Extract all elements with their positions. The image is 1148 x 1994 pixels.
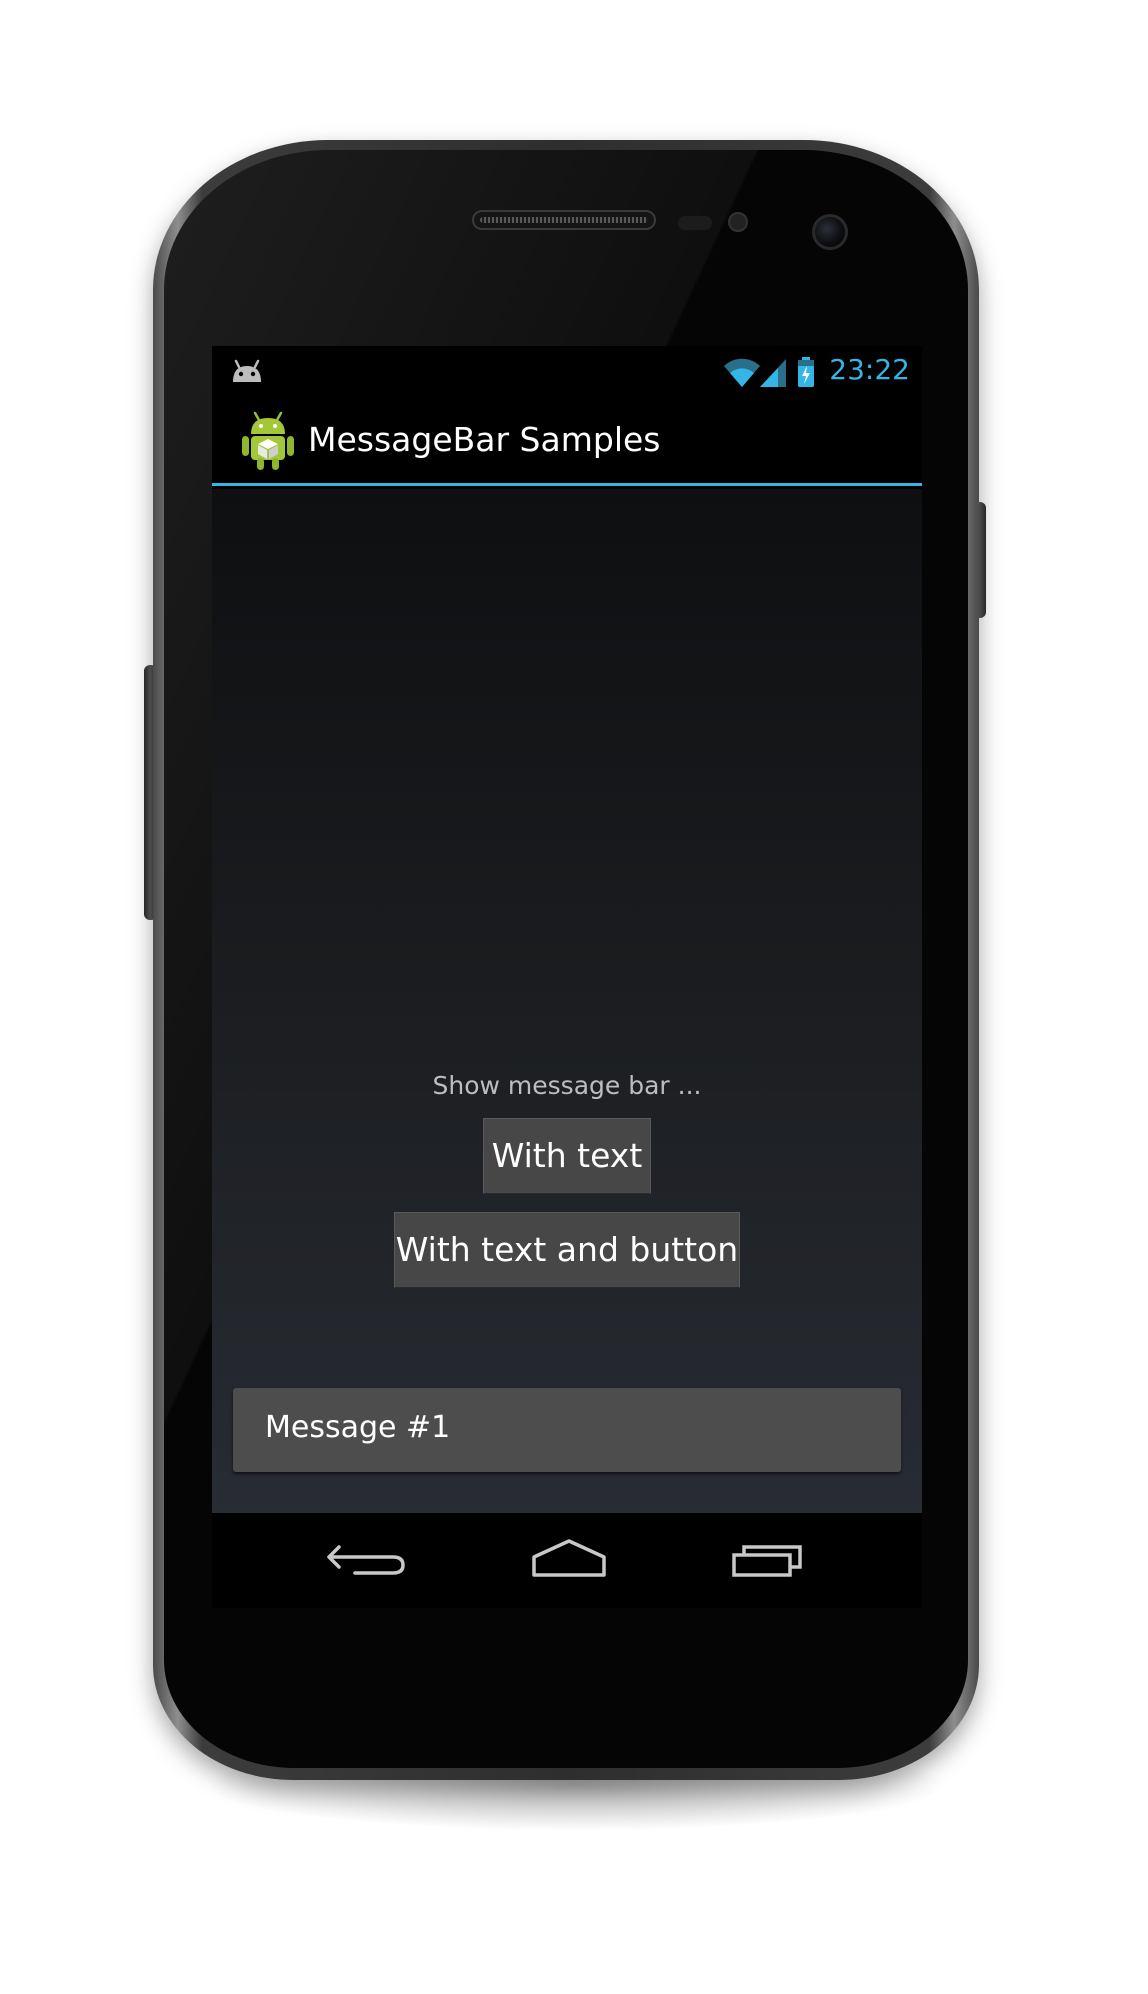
signal-icon: [760, 359, 786, 387]
message-bar-text: Message #1: [265, 1410, 451, 1445]
status-time: 23:22: [829, 353, 910, 386]
message-bar[interactable]: Message #1: [233, 1388, 901, 1472]
front-camera: [812, 214, 848, 250]
device-frame: 23:22 MessageBar Samples Show message ba…: [0, 0, 1148, 1994]
recent-apps-icon: [732, 1545, 802, 1577]
earpiece-speaker: [472, 210, 656, 230]
light-sensor: [728, 212, 748, 232]
device-screen: 23:22 MessageBar Samples Show message ba…: [212, 346, 922, 1608]
home-icon: [532, 1539, 606, 1577]
proximity-sensor: [678, 216, 712, 230]
main-content: [212, 489, 922, 1513]
hint-label: Show message bar ...: [432, 1071, 702, 1100]
android-debug-icon: [230, 358, 264, 384]
home-button[interactable]: [514, 1527, 624, 1593]
recent-apps-button[interactable]: [712, 1527, 822, 1593]
wifi-icon: [724, 358, 760, 387]
status-bar: 23:22: [212, 346, 922, 396]
action-bar: MessageBar Samples: [212, 396, 922, 486]
page-title: MessageBar Samples: [308, 420, 661, 459]
with-text-button[interactable]: With text: [483, 1118, 651, 1194]
status-icons: [722, 356, 832, 388]
android-app-icon[interactable]: [240, 410, 296, 472]
with-text-and-button-button[interactable]: With text and button: [394, 1212, 740, 1288]
battery-charging-icon: [798, 357, 814, 387]
back-button[interactable]: [315, 1527, 425, 1593]
back-icon: [327, 1545, 405, 1575]
navigation-bar: [212, 1513, 922, 1608]
